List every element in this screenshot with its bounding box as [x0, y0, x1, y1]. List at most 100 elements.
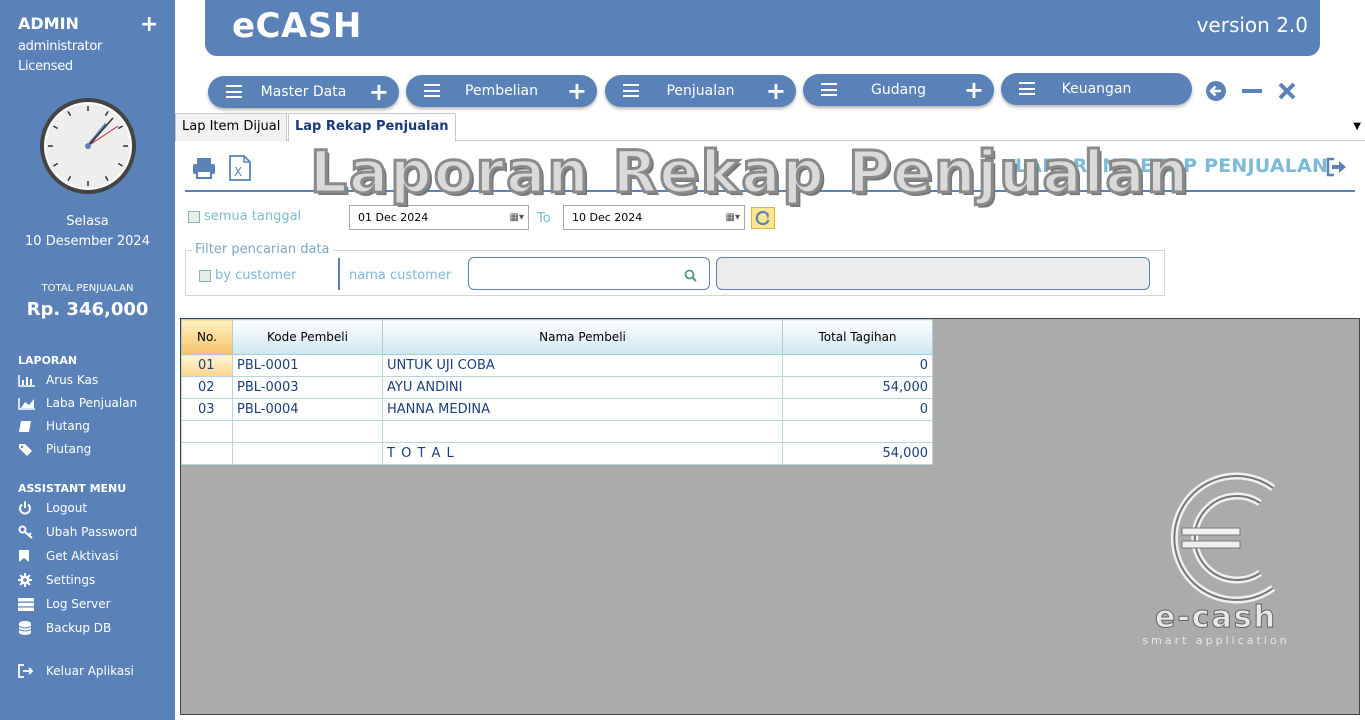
- cell-no: 03: [181, 398, 233, 421]
- table-header-row: No. Kode Pembeli Nama Pembeli Total Tagi…: [181, 319, 933, 355]
- tab-lap-rekap-penjualan[interactable]: Lap Rekap Penjualan: [288, 113, 456, 142]
- date-to-value: 10 Dec 2024: [572, 211, 643, 224]
- svg-text:X: X: [234, 165, 242, 179]
- report-title: LAPORAN REKAP PENJUALAN: [1015, 155, 1329, 177]
- column-header-total[interactable]: Total Tagihan: [782, 319, 933, 355]
- search-icon[interactable]: [684, 267, 697, 286]
- refresh-button[interactable]: [751, 207, 775, 229]
- sidebar-item-label: Get Aktivasi: [46, 549, 119, 563]
- menu-penjualan[interactable]: Penjualan +: [605, 75, 796, 107]
- sidebar-item-keluar-aplikasi[interactable]: Keluar Aplikasi: [18, 664, 134, 678]
- cell-kode: PBL-0001: [232, 354, 383, 377]
- print-icon[interactable]: [192, 157, 216, 183]
- table-row[interactable]: 01 PBL-0001 UNTUK UJI COBA 0: [181, 354, 933, 377]
- key-icon: [18, 525, 38, 539]
- total-penjualan-value: Rp. 346,000: [26, 299, 149, 320]
- sidebar-item-ubah-password[interactable]: Ubah Password: [18, 525, 137, 539]
- user-name: ADMIN: [18, 14, 79, 33]
- sidebar-item-label: Log Server: [46, 597, 111, 611]
- cell-empty: [181, 420, 233, 443]
- tab-dropdown-icon[interactable]: ▼: [1353, 121, 1361, 132]
- menu-gudang[interactable]: Gudang +: [803, 74, 994, 106]
- checkbox-box: [199, 269, 211, 282]
- sidebar-item-label: Backup DB: [46, 621, 112, 635]
- plus-icon: +: [566, 77, 587, 105]
- app-header: eCASH version 2.0: [205, 0, 1320, 56]
- sidebar-item-label: Piutang: [46, 442, 92, 456]
- sidebar-item-piutang[interactable]: Piutang: [18, 442, 91, 456]
- sidebar: ADMIN + administrator Licensed Selasa 10…: [0, 0, 175, 720]
- title-divider: [185, 190, 1355, 192]
- cell-empty: [382, 420, 783, 443]
- plus-icon: +: [368, 78, 389, 106]
- total-penjualan-label: TOTAL PENJUALAN: [41, 283, 134, 294]
- cell-total: 0: [782, 398, 933, 421]
- sidebar-item-backup-db[interactable]: Backup DB: [18, 621, 111, 635]
- clock-icon: [40, 98, 136, 194]
- current-date: 10 Desember 2024: [25, 234, 150, 249]
- sidebar-item-label: Settings: [46, 573, 96, 587]
- cell-total: 0: [782, 354, 933, 377]
- column-header-no[interactable]: No.: [181, 319, 233, 355]
- table-row-empty[interactable]: [181, 420, 933, 443]
- cell-no: 02: [181, 376, 233, 399]
- cell-kode: PBL-0004: [232, 398, 383, 421]
- refresh-icon: [755, 210, 770, 226]
- exit-report-icon[interactable]: [1326, 157, 1348, 181]
- date-to-picker[interactable]: 10 Dec 2024 ▦▾: [563, 205, 745, 230]
- server-icon: [18, 597, 38, 611]
- bar-chart-icon: [18, 373, 38, 387]
- report-table: No. Kode Pembeli Nama Pembeli Total Tagi…: [181, 319, 933, 465]
- sidebar-item-get-aktivasi[interactable]: Get Aktivasi: [18, 549, 118, 563]
- excel-export-icon[interactable]: X: [229, 155, 251, 185]
- cell-nama: HANNA MEDINA: [382, 398, 783, 421]
- user-role: administrator: [18, 39, 103, 54]
- sidebar-item-label: Keluar Aplikasi: [46, 664, 134, 678]
- license-status: Licensed: [18, 59, 73, 74]
- table-row[interactable]: 03 PBL-0004 HANNA MEDINA 0: [181, 398, 933, 421]
- menu-master-data[interactable]: Master Data +: [208, 76, 399, 108]
- cell-no: 01: [181, 354, 233, 377]
- checkbox-label: by customer: [215, 268, 297, 283]
- cell-nama: AYU ANDINI: [382, 376, 783, 399]
- expand-plus-icon[interactable]: +: [140, 12, 158, 37]
- sidebar-item-label: Ubah Password: [46, 525, 138, 539]
- cell-nama: UNTUK UJI COBA: [382, 354, 783, 377]
- assistant-section-title: ASSISTANT MENU: [18, 482, 127, 495]
- column-header-nama[interactable]: Nama Pembeli: [382, 319, 783, 355]
- to-label: To: [537, 211, 551, 226]
- date-from-picker[interactable]: 01 Dec 2024 ▦▾: [349, 205, 529, 230]
- semua-tanggal-checkbox[interactable]: semua tanggal: [188, 209, 301, 224]
- menu-keuangan[interactable]: Keuangan: [1001, 73, 1192, 105]
- nama-customer-label: nama customer: [349, 268, 452, 283]
- sidebar-item-settings[interactable]: Settings: [18, 573, 95, 587]
- sidebar-item-laba-penjualan[interactable]: Laba Penjualan: [18, 396, 137, 410]
- cell-kode: PBL-0003: [232, 376, 383, 399]
- minimize-icon[interactable]: [1242, 89, 1262, 93]
- tags-icon: [18, 442, 38, 456]
- sidebar-item-logout[interactable]: Logout: [18, 501, 87, 515]
- column-header-kode[interactable]: Kode Pembeli: [232, 319, 383, 355]
- sidebar-item-label: Arus Kas: [46, 373, 99, 387]
- close-icon[interactable]: [1278, 82, 1296, 104]
- menu-label: Keuangan: [1061, 81, 1132, 97]
- checkbox-label: semua tanggal: [204, 209, 302, 224]
- cell-empty: [181, 442, 233, 465]
- sidebar-item-label: Hutang: [46, 419, 90, 433]
- customer-search-input[interactable]: [468, 257, 710, 290]
- calendar-dropdown-icon: ▦▾: [725, 212, 740, 223]
- back-arrow-icon[interactable]: [1205, 80, 1227, 106]
- by-customer-checkbox[interactable]: by customer: [199, 268, 296, 283]
- cell-total: 54,000: [782, 376, 933, 399]
- table-row[interactable]: 02 PBL-0003 AYU ANDINI 54,000: [181, 376, 933, 399]
- current-day: Selasa: [66, 214, 109, 229]
- bookmark-icon: [18, 549, 38, 563]
- sidebar-item-arus-kas[interactable]: Arus Kas: [18, 373, 98, 387]
- menu-pembelian[interactable]: Pembelian +: [406, 75, 597, 107]
- total-value: 54,000: [782, 442, 933, 465]
- tab-lap-item-dijual[interactable]: Lap Item Dijual: [175, 113, 288, 141]
- sidebar-item-hutang[interactable]: Hutang: [18, 419, 90, 433]
- sidebar-item-label: Laba Penjualan: [46, 396, 138, 410]
- sidebar-item-log-server[interactable]: Log Server: [18, 597, 111, 611]
- cell-empty: [782, 420, 933, 443]
